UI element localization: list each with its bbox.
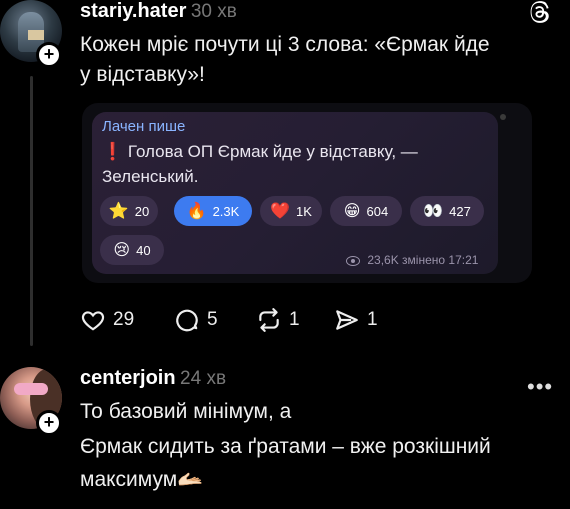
reaction-count: 40	[136, 242, 151, 258]
message-line: Голова ОП Єрмак йде у відставку, —	[127, 142, 418, 161]
eyes-icon: 👀	[423, 203, 444, 220]
reaction-eyes[interactable]: 👀 427	[410, 196, 484, 226]
repost-button[interactable]: 1	[256, 307, 300, 333]
reaction-star[interactable]: ⭐ 20	[100, 196, 158, 226]
message-line: Зеленський.	[102, 167, 199, 186]
reaction-grin[interactable]: 😁 604	[330, 196, 402, 226]
timestamp: 30 хв	[190, 1, 237, 22]
post-header: centerjoin 24 хв	[80, 367, 226, 390]
message-meta: 23,6K змінено 17:21	[346, 253, 478, 267]
post-header: stariy.hater 30 хв	[80, 0, 237, 23]
views-eye-icon	[346, 255, 360, 266]
comment-button[interactable]: 5	[174, 307, 218, 333]
post-text-line: Кожен мріє почути ці 3 слова: «Єрмак йде	[80, 33, 490, 56]
repost-icon	[259, 308, 279, 332]
send-icon	[336, 310, 358, 330]
timestamp: 24 хв	[180, 368, 227, 389]
star-icon: ⭐	[108, 203, 129, 220]
comment-bubble-icon	[176, 309, 198, 332]
share-count: 1	[367, 309, 378, 330]
share-button[interactable]: 1	[334, 307, 378, 333]
comment-count: 5	[207, 309, 218, 330]
avatar-sign	[28, 30, 44, 40]
thread-line	[30, 76, 33, 346]
more-options-icon[interactable]: •••	[527, 374, 553, 400]
exclamation-icon: ❗	[102, 142, 124, 161]
like-button[interactable]: 29	[80, 307, 134, 333]
reaction-count: 20	[134, 203, 150, 219]
camera-dot	[500, 114, 506, 120]
follow-plus-icon[interactable]: +	[36, 42, 62, 68]
message-text: ❗ Голова ОП Єрмак йде у відставку, — Зел…	[102, 139, 482, 189]
heart-outline-icon	[81, 311, 105, 331]
cry-icon: 😢	[113, 242, 131, 259]
avatar-sleep-mask	[14, 383, 48, 395]
reaction-count: 1K	[296, 203, 312, 219]
threads-logo-icon	[530, 1, 549, 23]
like-count: 29	[113, 309, 135, 330]
reaction-count: 427	[449, 203, 471, 219]
post-text-line: То базовий мінімум, а	[80, 400, 292, 423]
fire-icon: 🔥	[186, 203, 207, 220]
reaction-count: 604	[366, 203, 389, 219]
post-text-line: Єрмак сидить за ґратами – вже розкішний	[80, 435, 491, 458]
post-text-line: максимум🫴🏻	[80, 468, 204, 491]
reaction-heart[interactable]: ❤️ 1K	[260, 196, 322, 226]
reaction-cry[interactable]: 😢 40	[100, 235, 164, 265]
post-text-line: у відставку»!	[80, 63, 205, 86]
reaction-fire[interactable]: 🔥 2.3K	[174, 196, 252, 226]
follow-plus-icon[interactable]: +	[36, 410, 62, 436]
message-author: Лачен пише	[102, 118, 186, 135]
reaction-count: 2.3K	[212, 203, 240, 219]
username[interactable]: stariy.hater	[80, 0, 186, 22]
grin-icon: 😁	[343, 203, 361, 220]
heart-icon: ❤️	[270, 203, 290, 220]
repost-count: 1	[289, 309, 300, 330]
views-and-edited: 23,6K змінено 17:21	[367, 253, 479, 267]
username[interactable]: centerjoin	[80, 367, 176, 389]
